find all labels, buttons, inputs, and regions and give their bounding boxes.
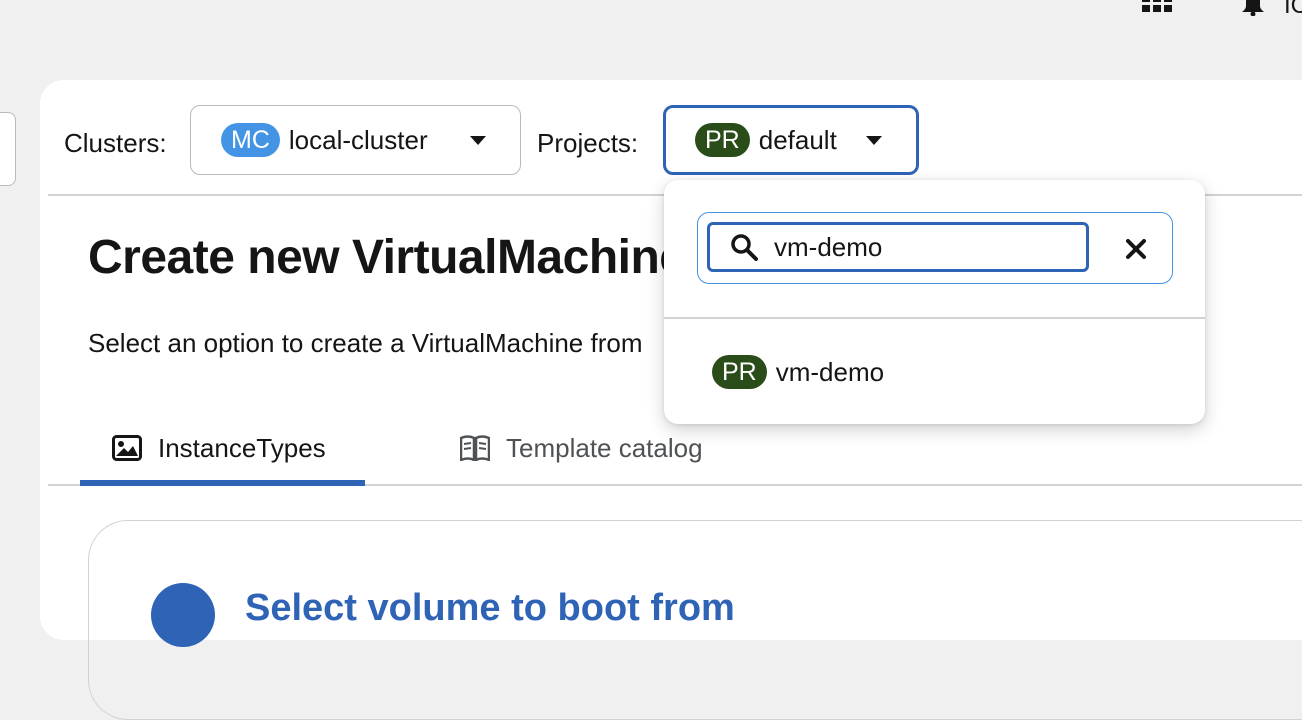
clusters-label: Clusters: [64,128,167,158]
projects-label: Projects: [537,128,639,158]
tab-instancetypes[interactable]: InstanceTypes [80,410,365,486]
close-icon [1126,239,1146,259]
clear-search-button[interactable] [1118,231,1154,267]
project-selector-toggle[interactable]: PR default [663,105,919,175]
project-dropdown-menu: PR vm-demo [664,180,1205,424]
search-icon [731,234,758,261]
tab-instancetypes-label: InstanceTypes [158,432,326,463]
project-menu-item-vm-demo[interactable]: PR vm-demo [664,350,1205,394]
step-title: Select volume to boot from [245,587,735,629]
active-tab-indicator [80,480,365,486]
book-icon [460,435,490,461]
project-search-input[interactable] [774,231,1054,263]
cluster-selector-toggle[interactable]: MC local-cluster [190,105,521,175]
caret-down-icon [470,135,486,145]
boot-volume-step-card: Select volume to boot from [88,520,1302,720]
project-selector-value: default [758,124,837,155]
step-number-icon [151,583,215,647]
context-selector-bar: Clusters: MC local-cluster Projects: PR … [40,80,1302,196]
tab-template-catalog[interactable]: Template catalog [460,410,703,486]
page-title: Create new VirtualMachine [88,231,686,284]
sidebar-edge [0,112,16,186]
project-search-group [697,212,1173,284]
caret-down-icon [866,135,882,145]
app-launcher-grid-icon[interactable] [1142,0,1172,16]
project-menu-item-label: vm-demo [775,356,885,387]
project-badge: PR [695,123,750,157]
image-icon [112,435,142,461]
cluster-badge: MC [221,123,280,157]
user-menu-toggle[interactable]: IC [1284,0,1302,20]
page-description: Select an option to create a VirtualMach… [88,328,643,358]
project-badge: PR [712,355,767,389]
tab-template-catalog-label: Template catalog [506,432,703,463]
project-search-box[interactable] [707,222,1089,272]
cluster-selector-value: local-cluster [288,124,428,155]
notifications-bell-icon[interactable] [1240,0,1266,16]
menu-divider [664,317,1205,319]
